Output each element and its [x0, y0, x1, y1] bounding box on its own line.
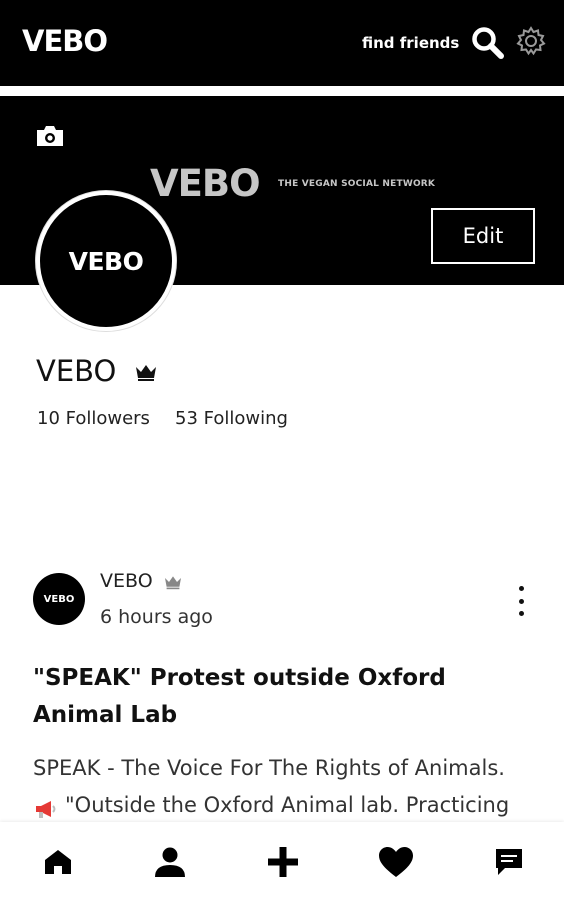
plus-icon[interactable] [261, 840, 305, 884]
post-author-name[interactable]: VEBO [100, 570, 153, 592]
person-icon[interactable] [148, 840, 192, 884]
megaphone-icon [33, 795, 59, 818]
post-body-line: SPEAK - The Voice For The Rights of Anim… [33, 756, 505, 780]
search-icon[interactable] [470, 25, 506, 61]
home-icon[interactable] [36, 840, 80, 884]
edit-profile-button[interactable]: Edit [431, 208, 535, 264]
post-avatar-label: VEBO [43, 593, 75, 605]
followers-count[interactable]: 10 Followers [37, 408, 150, 429]
cover-brand-logo: VEBO [150, 162, 261, 205]
crown-icon [163, 574, 183, 590]
post-body-line: "Outside the Oxford Animal lab. Practici… [65, 793, 510, 817]
gear-icon[interactable] [513, 23, 549, 59]
chat-icon[interactable] [487, 840, 531, 884]
post-title[interactable]: "SPEAK" Protest outside Oxford Animal La… [33, 660, 533, 734]
cover-tagline: THE VEGAN SOCIAL NETWORK [278, 179, 436, 189]
camera-icon[interactable] [34, 124, 66, 148]
following-count[interactable]: 53 Following [175, 408, 288, 429]
profile-name: VEBO [36, 354, 117, 388]
post-timestamp: 6 hours ago [100, 606, 213, 628]
app-logo[interactable]: VEBO [22, 24, 108, 58]
heart-icon[interactable] [374, 840, 418, 884]
crown-icon [134, 362, 158, 382]
more-vertical-icon[interactable] [510, 586, 532, 616]
post-author-avatar[interactable]: VEBO [33, 573, 85, 625]
avatar-label: VEBO [68, 246, 144, 276]
find-friends-link[interactable]: find friends [362, 34, 459, 52]
post-body-line-2-wrap: "Outside the Oxford Animal lab. Practici… [33, 787, 543, 824]
post-body: SPEAK - The Voice For The Rights of Anim… [33, 750, 543, 824]
profile-avatar[interactable]: VEBO [36, 191, 176, 331]
